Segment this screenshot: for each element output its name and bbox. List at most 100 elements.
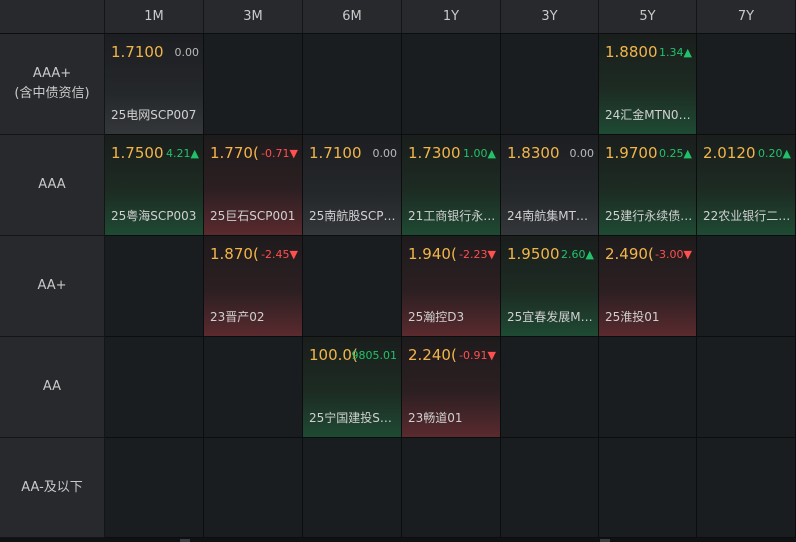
empty-cell[interactable] xyxy=(697,236,796,337)
arrow-down-icon: ▼ xyxy=(683,248,692,261)
row-label: AA xyxy=(42,379,62,394)
row-header-aa: AA xyxy=(0,337,105,438)
change-number: 2.60 xyxy=(561,248,586,261)
empty-cell[interactable] xyxy=(501,34,599,135)
empty-cell[interactable] xyxy=(303,34,402,135)
row-label: AA-及以下 xyxy=(21,479,83,495)
bond-name: 23晋产02 xyxy=(210,310,265,324)
change-value: 0.00 xyxy=(570,147,595,160)
empty-cell[interactable] xyxy=(697,34,796,135)
empty-cell[interactable] xyxy=(697,438,796,538)
yield-value: 100.0( xyxy=(309,346,358,364)
col-header-7y[interactable]: 7Y xyxy=(697,0,796,33)
empty-cell[interactable] xyxy=(402,438,501,538)
col-header-5y[interactable]: 5Y xyxy=(599,0,697,33)
yield-value: 1.9700 xyxy=(605,144,658,162)
change-number: 0.00 xyxy=(174,46,200,59)
change-value: -2.45▼ xyxy=(261,248,298,261)
row-header-aaa: AAA xyxy=(0,135,105,236)
bond-cell[interactable]: 2.490(-3.00▼ 25淮投01 xyxy=(599,236,697,337)
change-value: 1.34▲ xyxy=(659,46,692,59)
change-value: 4.21▲ xyxy=(166,147,199,160)
change-number: -0.91 xyxy=(459,349,488,362)
bond-cell[interactable]: 1.7500 4.21▲ 25粤海SCP003 xyxy=(105,135,204,236)
empty-cell[interactable] xyxy=(105,438,204,538)
empty-cell[interactable] xyxy=(105,236,204,337)
bond-name: 25粤海SCP003 xyxy=(111,209,197,223)
row-label: AAA xyxy=(38,177,66,192)
bond-cell[interactable]: 1.8800 1.34▲ 24汇金MTN0… xyxy=(599,34,697,135)
change-number: -0.71 xyxy=(261,147,290,160)
empty-cell[interactable] xyxy=(303,438,402,538)
empty-cell[interactable] xyxy=(599,438,697,538)
bond-cell[interactable]: 1.7100 0.00 25电网SCP007 xyxy=(105,34,204,135)
bond-cell[interactable]: 1.9700 0.25▲ 25建行永续债… xyxy=(599,135,697,236)
change-value: -0.71▼ xyxy=(261,147,298,160)
bond-name: 21工商银行永… xyxy=(408,209,496,223)
row-header-aa-plus: AA+ xyxy=(0,236,105,337)
change-number: 9805.01 xyxy=(351,349,398,362)
arrow-down-icon: ▼ xyxy=(289,248,298,261)
col-header-1m[interactable]: 1M xyxy=(105,0,204,33)
row-header-aa-minus: AA-及以下 xyxy=(0,438,105,538)
yield-value: 1.870( xyxy=(210,245,259,263)
bond-name: 25巨石SCP001 xyxy=(210,209,296,223)
bond-name: 25电网SCP007 xyxy=(111,108,197,122)
change-number: -3.00 xyxy=(655,248,684,261)
empty-cell[interactable] xyxy=(599,337,697,438)
empty-cell[interactable] xyxy=(204,337,303,438)
bond-cell[interactable]: 2.0120 0.20▲ 22农业银行二… xyxy=(697,135,796,236)
bond-name: 25南航股SCP… xyxy=(309,209,396,223)
empty-cell[interactable] xyxy=(501,438,599,538)
empty-cell[interactable] xyxy=(501,337,599,438)
bond-name: 25宜春发展M… xyxy=(507,310,593,324)
col-header-3y[interactable]: 3Y xyxy=(501,0,599,33)
yield-value: 2.490( xyxy=(605,245,654,263)
bond-cell[interactable]: 1.770(-0.71▼ 25巨石SCP001 xyxy=(204,135,303,236)
arrow-down-icon: ▼ xyxy=(487,349,496,362)
bond-cell[interactable]: 1.7300 1.00▲ 21工商银行永… xyxy=(402,135,501,236)
yield-value: 1.7300 xyxy=(408,144,461,162)
bond-name: 22农业银行二… xyxy=(703,209,791,223)
col-header-1y[interactable]: 1Y xyxy=(402,0,501,33)
bond-cell[interactable]: 1.940(-2.23▼ 25瀚控D3 xyxy=(402,236,501,337)
row-label: AAA+ xyxy=(32,66,72,81)
empty-cell[interactable] xyxy=(697,337,796,438)
empty-cell[interactable] xyxy=(204,34,303,135)
empty-cell[interactable] xyxy=(303,236,402,337)
empty-cell[interactable] xyxy=(204,438,303,538)
col-header-3m[interactable]: 3M xyxy=(204,0,303,33)
col-header-6m[interactable]: 6M xyxy=(303,0,402,33)
bond-cell[interactable]: 1.8300 0.00 24南航集MT… xyxy=(501,135,599,236)
arrow-up-icon: ▲ xyxy=(683,147,692,160)
change-value: 0.25▲ xyxy=(659,147,692,160)
empty-cell[interactable] xyxy=(105,337,204,438)
yield-value: 1.940( xyxy=(408,245,457,263)
yield-value: 1.7100 xyxy=(309,144,362,162)
change-number: -2.45 xyxy=(261,248,290,261)
bond-cell[interactable]: 1.7100 0.00 25南航股SCP… xyxy=(303,135,402,236)
bond-name: 25瀚控D3 xyxy=(408,310,465,324)
bond-cell[interactable]: 1.9500 2.60▲ 25宜春发展M… xyxy=(501,236,599,337)
bond-name: 25建行永续债… xyxy=(605,209,693,223)
corner-header xyxy=(0,0,105,33)
row-label: AA+ xyxy=(37,278,67,293)
change-value: -3.00▼ xyxy=(655,248,692,261)
arrow-up-icon: ▲ xyxy=(585,248,594,261)
bond-cell[interactable]: 2.240(-0.91▼ 23畅道01 xyxy=(402,337,501,438)
change-value: 9805.01 xyxy=(352,349,398,362)
change-number: 4.21 xyxy=(166,147,191,160)
bond-name: 25淮投01 xyxy=(605,310,660,324)
change-number: 0.00 xyxy=(372,147,398,160)
change-value: 0.00 xyxy=(175,46,200,59)
change-number: 0.25 xyxy=(659,147,684,160)
yield-value: 1.8800 xyxy=(605,43,658,61)
bond-cell[interactable]: 100.0(9805.01 25宁国建投S… xyxy=(303,337,402,438)
bond-cell[interactable]: 1.870(-2.45▼ 23晋产02 xyxy=(204,236,303,337)
change-number: 0.20 xyxy=(758,147,783,160)
empty-cell[interactable] xyxy=(402,34,501,135)
change-value: 1.00▲ xyxy=(463,147,496,160)
row-header-aaa-plus: AAA+ (含中债资信) xyxy=(0,34,105,135)
change-value: -2.23▼ xyxy=(459,248,496,261)
yield-value: 2.240( xyxy=(408,346,457,364)
